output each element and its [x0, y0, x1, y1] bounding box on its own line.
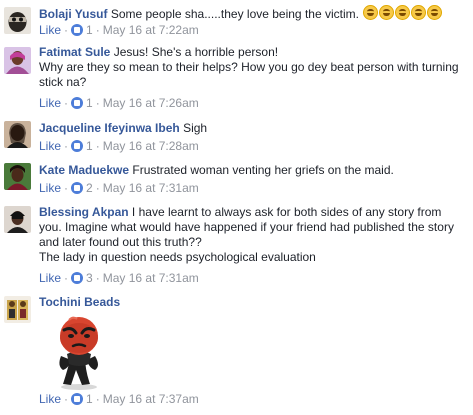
avatar[interactable]	[4, 206, 31, 233]
commenter-name[interactable]: Tochini Beads	[39, 295, 120, 309]
thumbs-up-icon	[71, 24, 84, 36]
comment-text: Some people sha.....they love being the …	[110, 7, 359, 21]
like-count[interactable]: 3	[86, 271, 93, 285]
thumbs-up-icon	[71, 272, 84, 284]
like-count[interactable]: 1	[86, 23, 93, 37]
commenter-name[interactable]: Bolaji Yusuf	[39, 7, 107, 21]
commenter-name[interactable]: Kate Maduekwe	[39, 163, 129, 177]
avatar[interactable]	[4, 163, 31, 190]
like-button[interactable]: Like	[39, 271, 61, 285]
like-button[interactable]: Like	[39, 23, 61, 37]
like-count[interactable]: 1	[86, 392, 93, 406]
like-button[interactable]: Like	[39, 181, 61, 195]
comment-text: Sigh	[183, 121, 208, 135]
avatar[interactable]	[4, 47, 31, 74]
commenter-name[interactable]: Fatimat Sule	[39, 45, 110, 59]
comment-timestamp[interactable]: May 16 at 7:31am	[103, 271, 199, 285]
avatar[interactable]	[4, 121, 31, 148]
commenter-name[interactable]: Jacqueline Ifeyinwa Ibeh	[39, 121, 180, 135]
comment-text-line-2: The lady in question needs psychological…	[39, 250, 316, 264]
comment-timestamp[interactable]: May 16 at 7:28am	[103, 139, 199, 153]
like-button[interactable]: Like	[39, 392, 61, 406]
comment-timestamp[interactable]: May 16 at 7:37am	[103, 392, 199, 406]
avatar[interactable]	[4, 7, 31, 34]
comment-timestamp[interactable]: May 16 at 7:31am	[103, 181, 199, 195]
comment-timestamp[interactable]: May 16 at 7:26am	[103, 96, 199, 110]
comment-text: Frustrated woman venting her griefs on t…	[132, 163, 394, 177]
like-count[interactable]: 1	[86, 96, 93, 110]
thumbs-up-icon	[71, 97, 84, 109]
comment-text: Jesus! She's a horrible person!	[113, 45, 279, 59]
commenter-name[interactable]: Blessing Akpan	[39, 205, 129, 219]
thumbs-up-icon	[71, 140, 84, 152]
like-button[interactable]: Like	[39, 96, 61, 110]
thumbs-up-icon	[71, 182, 84, 194]
laughing-emoji-icon	[362, 5, 443, 21]
comment-timestamp[interactable]: May 16 at 7:22am	[103, 23, 199, 37]
thumbs-up-icon	[71, 393, 84, 405]
like-count[interactable]: 1	[86, 139, 93, 153]
like-button[interactable]: Like	[39, 139, 61, 153]
comment-text-line-2: Why are they so mean to their helps? How…	[39, 60, 459, 89]
avatar[interactable]	[4, 296, 31, 323]
like-count[interactable]: 2	[86, 181, 93, 195]
angry-sticker-icon[interactable]	[49, 314, 111, 390]
